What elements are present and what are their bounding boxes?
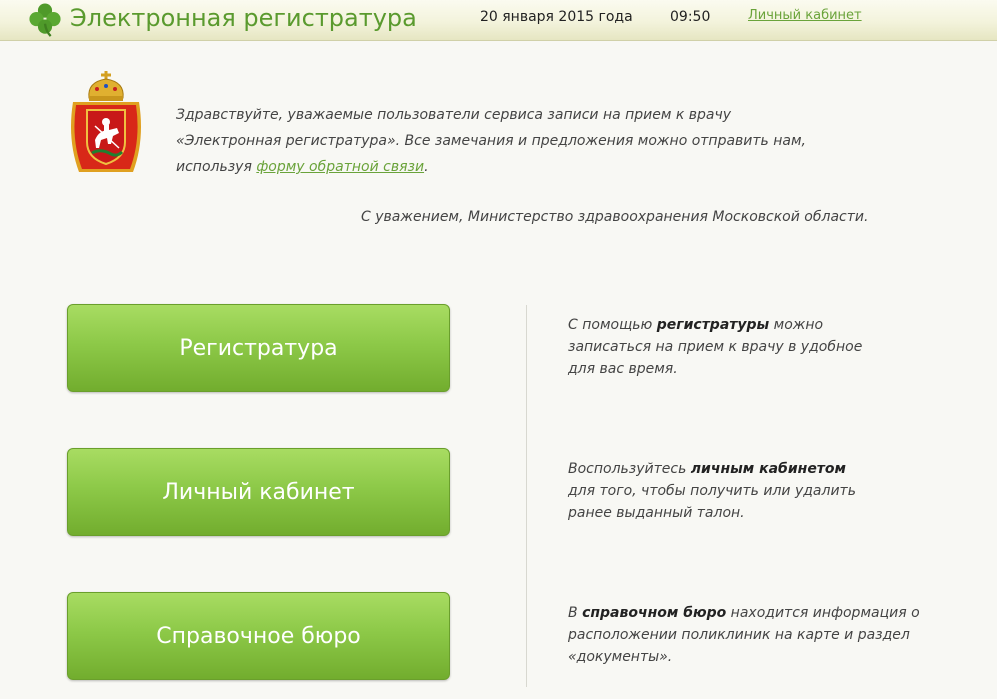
vertical-divider — [526, 305, 527, 687]
cabinet-desc-keyword: личным кабинетом — [690, 461, 846, 477]
reference-bureau-button[interactable]: Справочное бюро — [67, 592, 450, 680]
bureau-desc-keyword: справочном бюро — [582, 605, 727, 621]
clover-logo-icon — [29, 3, 61, 37]
bureau-desc-line-3: «документы». — [568, 649, 673, 665]
bureau-desc-line-2: расположении поликлиник на карте и разде… — [568, 627, 910, 643]
personal-cabinet-button[interactable]: Личный кабинет — [67, 448, 450, 536]
cabinet-description: Воспользуйтесь личным кабинетом для того… — [568, 458, 948, 524]
welcome-line-1: Здравствуйте, уважаемые пользователи сер… — [176, 107, 732, 123]
welcome-line-3-suffix: . — [424, 159, 429, 175]
current-time: 09:50 — [670, 9, 711, 25]
personal-cabinet-link[interactable]: Личный кабинет — [748, 8, 862, 23]
bureau-desc-suffix: находится информация о — [726, 605, 920, 621]
current-date: 20 января 2015 года — [480, 9, 633, 25]
feedback-form-link[interactable]: форму обратной связи — [256, 159, 424, 175]
cabinet-desc-line-3: ранее выданный талон. — [568, 505, 745, 521]
bureau-desc-prefix: В — [568, 605, 583, 621]
welcome-line-2: «Электронная регистратура». Все замечани… — [176, 133, 806, 149]
registry-desc-line-2: записаться на прием к врачу в удобное — [568, 339, 863, 355]
welcome-line-3-prefix: используя — [176, 159, 257, 175]
app-title: Электронная регистратура — [70, 4, 417, 32]
registry-desc-line-3: для вас время. — [568, 361, 678, 377]
cabinet-desc-prefix: Воспользуйтесь — [568, 461, 691, 477]
welcome-line-3: используя форму обратной связи. — [176, 154, 876, 180]
registry-button[interactable]: Регистратура — [67, 304, 450, 392]
welcome-message: Здравствуйте, уважаемые пользователи сер… — [176, 102, 876, 180]
cabinet-desc-line-1: Воспользуйтесь личным кабинетом — [568, 458, 948, 480]
registry-desc-prefix: С помощью — [568, 317, 657, 333]
ministry-signature: С уважением, Министерство здравоохранени… — [361, 209, 869, 225]
registry-description: С помощью регистратуры можно записаться … — [568, 314, 948, 380]
cabinet-desc-line-2: для того, чтобы получить или удалить — [568, 483, 856, 499]
registry-desc-suffix: можно — [769, 317, 824, 333]
coat-of-arms-emblem — [71, 71, 141, 172]
registry-desc-line-1: С помощью регистратуры можно — [568, 314, 948, 336]
header-bar: Электронная регистратура 20 января 2015 … — [0, 0, 997, 41]
registry-desc-keyword: регистратуры — [656, 317, 770, 333]
bureau-description: В справочном бюро находится информация о… — [568, 602, 948, 668]
bureau-desc-line-1: В справочном бюро находится информация о — [568, 602, 948, 624]
